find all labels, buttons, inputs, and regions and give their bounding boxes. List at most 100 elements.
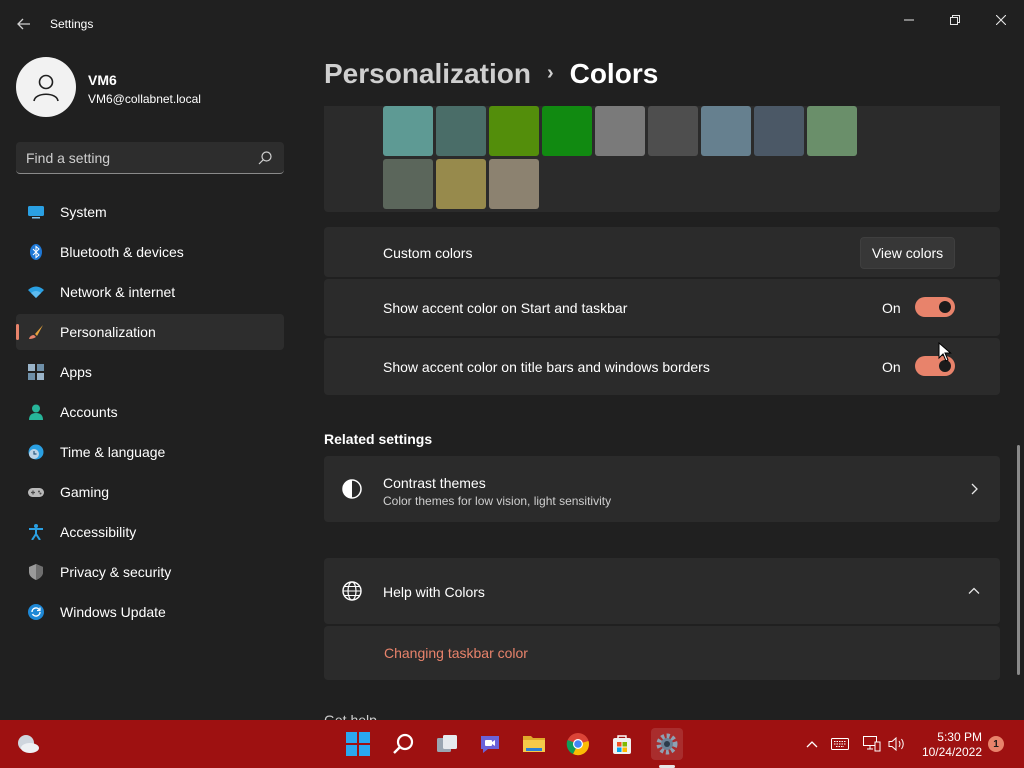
accent-color-swatch[interactable] — [701, 106, 751, 156]
title-bar: Settings — [0, 0, 1024, 48]
volume-icon — [888, 736, 904, 752]
show-hidden-icons-button[interactable] — [802, 734, 822, 754]
person-icon — [33, 74, 59, 102]
back-button[interactable] — [12, 12, 36, 36]
accent-color-swatch[interactable] — [542, 106, 592, 156]
custom-colors-row: Custom colors View colors — [324, 227, 1000, 277]
sidebar-item-accounts[interactable]: Accounts — [16, 394, 284, 430]
chevron-right-icon — [971, 483, 978, 495]
globe-clock-icon — [28, 444, 44, 460]
sidebar-item-label: Gaming — [60, 484, 110, 500]
related-settings-heading: Related settings — [324, 431, 433, 447]
accounts-icon — [29, 404, 43, 420]
contrast-themes-row[interactable]: Contrast themes Color themes for low vis… — [324, 456, 1000, 522]
sidebar-item-accessibility[interactable]: Accessibility — [16, 514, 284, 550]
sidebar-item-network[interactable]: Network & internet — [16, 274, 284, 310]
weather-widget-button[interactable] — [12, 728, 44, 760]
contrast-icon — [342, 479, 362, 499]
view-colors-button[interactable]: View colors — [860, 237, 955, 269]
chevron-up-icon[interactable] — [967, 584, 981, 598]
restore-icon — [950, 15, 960, 25]
sidebar-item-gaming[interactable]: Gaming — [16, 474, 284, 510]
bluetooth-icon — [30, 244, 42, 260]
accent-color-swatches — [324, 106, 1000, 212]
gamepad-icon — [28, 488, 44, 497]
teams-chat-button[interactable] — [474, 728, 506, 760]
accent-color-swatch[interactable] — [489, 106, 539, 156]
search-box[interactable] — [16, 142, 284, 174]
notification-badge[interactable]: 1 — [988, 736, 1004, 752]
start-button[interactable] — [342, 728, 374, 760]
input-indicator-button[interactable] — [830, 734, 850, 754]
accent-color-swatch[interactable] — [807, 106, 857, 156]
breadcrumb-parent[interactable]: Personalization — [324, 58, 531, 89]
breadcrumb-separator: › — [546, 62, 554, 84]
restore-button[interactable] — [932, 4, 978, 36]
chrome-icon — [566, 733, 589, 756]
close-button[interactable] — [978, 4, 1024, 36]
sidebar-item-label: Time & language — [60, 444, 166, 460]
close-icon — [996, 15, 1006, 25]
teams-chat-icon — [481, 736, 499, 753]
taskbar-clock[interactable]: 5:30 PM 10/24/2022 — [918, 730, 982, 760]
file-explorer-button[interactable] — [518, 728, 550, 760]
sidebar-item-privacy-security[interactable]: Privacy & security — [16, 554, 284, 590]
page-title: Colors — [569, 58, 659, 89]
accent-color-swatch[interactable] — [648, 106, 698, 156]
task-view-icon — [437, 735, 457, 752]
search-input[interactable] — [16, 142, 256, 173]
sidebar-item-personalization[interactable]: Personalization — [16, 314, 284, 350]
toggle-row-start-taskbar: Show accent color on Start and taskbar O… — [324, 279, 1000, 336]
avatar[interactable] — [16, 57, 76, 117]
scrollbar[interactable] — [1017, 445, 1020, 675]
keyboard-icon — [831, 738, 849, 750]
search-icon[interactable] — [257, 150, 273, 166]
chrome-button[interactable] — [562, 728, 594, 760]
minimize-button[interactable] — [886, 4, 932, 36]
get-help-peek[interactable]: Get help — [324, 712, 377, 720]
help-with-colors-title: Help with Colors — [383, 584, 485, 600]
settings-taskbar-button[interactable] — [651, 728, 683, 760]
main-content: Custom colors View colors Show accent co… — [324, 106, 1000, 720]
sidebar-nav: System Bluetooth & devices Network & int… — [16, 194, 284, 634]
toggle-state: On — [882, 300, 901, 316]
accent-color-swatch[interactable] — [383, 159, 433, 209]
accessibility-icon — [29, 524, 43, 540]
app-title: Settings — [50, 17, 94, 31]
network-button[interactable] — [862, 734, 882, 754]
sidebar-item-label: Bluetooth & devices — [60, 244, 184, 260]
accent-color-swatch[interactable] — [383, 106, 433, 156]
sidebar-item-label: Privacy & security — [60, 564, 172, 580]
sidebar-item-label: Accessibility — [60, 524, 137, 540]
sidebar-item-label: Personalization — [60, 324, 156, 340]
volume-button[interactable] — [887, 734, 907, 754]
minimize-icon — [904, 19, 914, 21]
task-view-button[interactable] — [431, 728, 463, 760]
store-button[interactable] — [606, 728, 638, 760]
taskbar-search-button[interactable] — [387, 728, 419, 760]
search-icon — [393, 733, 414, 754]
toggle-row-title-bars: Show accent color on title bars and wind… — [324, 338, 1000, 395]
sidebar-item-label: Accounts — [60, 404, 118, 420]
help-with-colors-header[interactable]: Help with Colors — [324, 558, 1000, 624]
sidebar-item-windows-update[interactable]: Windows Update — [16, 594, 284, 630]
sidebar-item-bluetooth[interactable]: Bluetooth & devices — [16, 234, 284, 270]
sidebar-item-time-language[interactable]: Time & language — [16, 434, 284, 470]
clock-time: 5:30 PM — [937, 730, 982, 744]
sidebar-item-label: Apps — [60, 364, 92, 380]
accent-color-swatch[interactable] — [436, 106, 486, 156]
changing-taskbar-color-link[interactable]: Changing taskbar color — [384, 645, 528, 661]
chevron-up-icon — [806, 741, 818, 748]
accent-color-swatch[interactable] — [489, 159, 539, 209]
accent-color-swatch[interactable] — [595, 106, 645, 156]
toggle-knob — [939, 301, 951, 313]
sidebar-item-label: Windows Update — [60, 604, 166, 620]
accent-color-swatch[interactable] — [436, 159, 486, 209]
sidebar-item-apps[interactable]: Apps — [16, 354, 284, 390]
accent-start-taskbar-toggle[interactable] — [915, 297, 955, 317]
shield-icon — [29, 564, 43, 580]
sidebar-item-system[interactable]: System — [16, 194, 284, 230]
clock-date: 10/24/2022 — [921, 745, 982, 759]
accent-color-swatch[interactable] — [754, 106, 804, 156]
network-icon — [863, 736, 881, 752]
